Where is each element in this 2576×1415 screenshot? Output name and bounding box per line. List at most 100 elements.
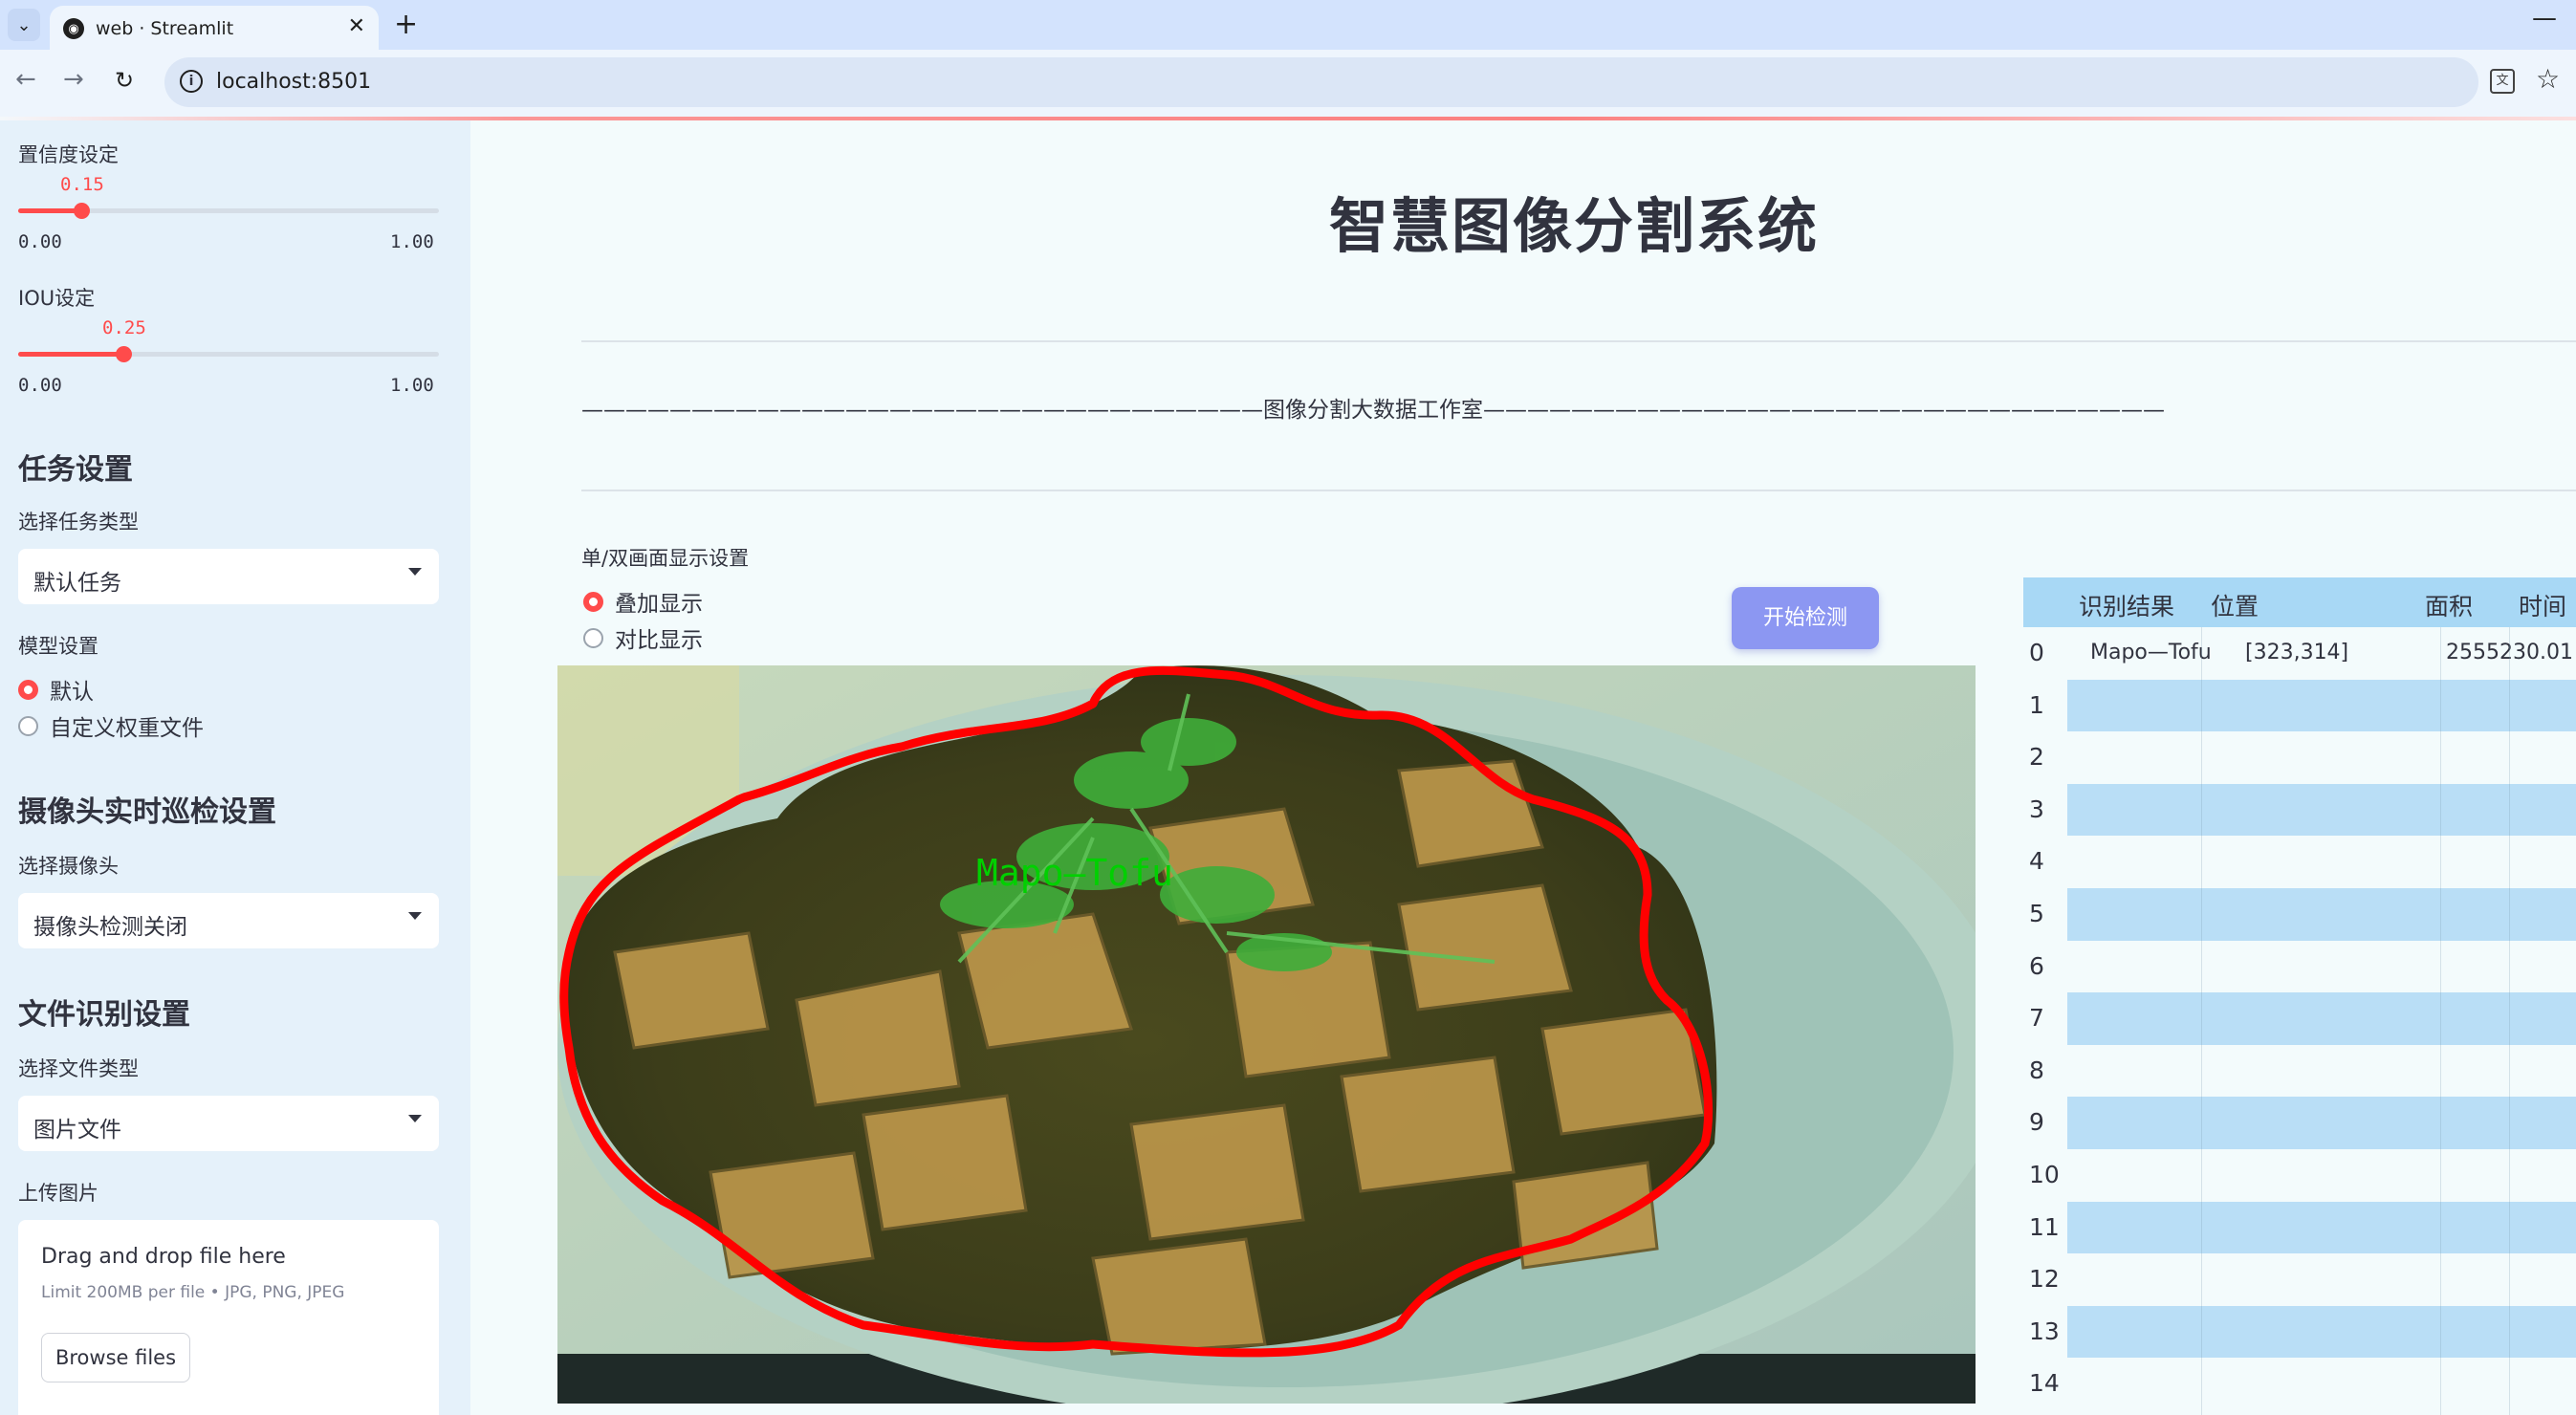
column-header-position[interactable]: 位置 <box>2211 588 2259 622</box>
dropzone-title: Drag and drop file here <box>41 1245 286 1269</box>
row-index: 0 <box>2023 627 2067 680</box>
iou-slider[interactable] <box>18 346 439 362</box>
url-text[interactable]: localhost:8501 <box>216 70 371 94</box>
detection-label: Mapo—Tofu <box>976 852 1173 894</box>
browser-tab[interactable]: ◉ web · Streamlit ✕ <box>50 6 379 50</box>
table-row[interactable]: 8 <box>2023 1044 2576 1098</box>
browse-files-button[interactable]: Browse files <box>41 1333 190 1382</box>
window-minimize-icon[interactable]: — <box>2532 4 2557 33</box>
confidence-slider-thumb[interactable] <box>74 203 90 219</box>
model-option-label: 默认 <box>50 680 94 705</box>
forward-arrow-icon[interactable]: → <box>63 65 84 94</box>
column-separator <box>2509 627 2510 1415</box>
iou-max: 1.00 <box>390 375 434 396</box>
display-option-overlay[interactable]: 叠加显示 <box>583 587 703 617</box>
sidebar: 置信度设定 0.15 0.00 1.00 IOU设定 0.25 0.00 1.0… <box>0 120 470 1415</box>
page-title: 智慧图像分割系统 <box>1329 191 1820 261</box>
file-dropzone[interactable]: Drag and drop file here Limit 200MB per … <box>18 1220 439 1415</box>
row-index: 5 <box>2023 888 2067 941</box>
dropzone-limit: Limit 200MB per file • JPG, PNG, JPEG <box>41 1283 345 1302</box>
table-row[interactable]: 0 Mapo—Tofu [323,314] 2555230.01 <box>2023 627 2576 680</box>
bookmark-star-icon[interactable]: ☆ <box>2536 63 2560 95</box>
table-row[interactable]: 1 <box>2023 679 2576 732</box>
table-row[interactable]: 3 <box>2023 783 2576 837</box>
radio-icon[interactable] <box>583 627 603 648</box>
tab-search-chevron-icon[interactable]: ⌄ <box>8 9 40 41</box>
upload-label: 上传图片 <box>18 1182 98 1205</box>
start-detection-button[interactable]: 开始检测 <box>1732 587 1879 649</box>
column-header-result[interactable]: 识别结果 <box>2079 588 2174 622</box>
file-type-select[interactable]: 图片文件 <box>18 1096 439 1151</box>
chevron-down-icon <box>408 1115 422 1122</box>
tab-close-icon[interactable]: ✕ <box>348 14 365 38</box>
row-index: 10 <box>2023 1149 2067 1202</box>
row-index: 9 <box>2023 1097 2067 1149</box>
confidence-value: 0.15 <box>60 174 104 195</box>
divider <box>581 340 2576 342</box>
segmentation-result-image: Mapo—Tofu <box>557 665 1976 1404</box>
cell-position: [323,314] <box>2245 641 2349 664</box>
table-row[interactable]: 2 <box>2023 731 2576 784</box>
column-header-time[interactable]: 时间 <box>2519 588 2566 622</box>
confidence-slider[interactable] <box>18 203 439 219</box>
chevron-down-icon <box>408 912 422 920</box>
row-index: 6 <box>2023 940 2067 993</box>
row-index: 1 <box>2023 679 2067 732</box>
reload-icon[interactable]: ↻ <box>115 67 134 94</box>
chevron-down-icon <box>408 568 422 576</box>
column-header-area[interactable]: 面积 <box>2425 588 2473 622</box>
table-row[interactable]: 13 <box>2023 1305 2576 1359</box>
task-type-selected: 默认任务 <box>33 571 121 596</box>
table-row[interactable]: 5 <box>2023 888 2576 941</box>
site-info-icon[interactable]: i <box>180 70 203 93</box>
table-row[interactable]: 12 <box>2023 1253 2576 1306</box>
iou-slider-fill <box>18 352 123 357</box>
iou-label: IOU设定 <box>18 287 96 310</box>
translate-icon[interactable]: 文 <box>2490 69 2515 94</box>
display-option-compare[interactable]: 对比显示 <box>583 623 703 653</box>
confidence-min: 0.00 <box>18 231 62 252</box>
task-type-select[interactable]: 默认任务 <box>18 549 439 604</box>
radio-icon[interactable] <box>583 591 603 612</box>
table-row[interactable]: 10 <box>2023 1149 2576 1202</box>
table-row[interactable]: 4 <box>2023 836 2576 888</box>
table-row[interactable]: 11 <box>2023 1201 2576 1254</box>
task-settings-heading: 任务设置 <box>18 453 133 487</box>
model-settings-label: 模型设置 <box>18 635 98 658</box>
confidence-max: 1.00 <box>390 231 434 252</box>
file-type-label: 选择文件类型 <box>18 1057 139 1080</box>
radio-icon[interactable] <box>18 715 38 736</box>
confidence-label: 置信度设定 <box>18 143 119 166</box>
browser-toolbar: ← → ↻ i localhost:8501 文 ☆ <box>0 50 2576 117</box>
column-separator <box>2201 627 2202 1415</box>
browser-tab-bar: ⌄ ◉ web · Streamlit ✕ + — <box>0 0 2576 50</box>
radio-icon[interactable] <box>18 679 38 700</box>
table-row[interactable]: 7 <box>2023 992 2576 1045</box>
row-index: 3 <box>2023 783 2067 837</box>
iou-min: 0.00 <box>18 375 62 396</box>
table-row[interactable]: 6 <box>2023 940 2576 993</box>
file-type-selected: 图片文件 <box>33 1118 121 1143</box>
column-separator <box>2440 627 2441 1415</box>
row-index: 14 <box>2023 1358 2067 1410</box>
row-index: 11 <box>2023 1201 2067 1254</box>
back-arrow-icon[interactable]: ← <box>15 65 36 94</box>
model-option-label: 自定义权重文件 <box>50 716 204 741</box>
address-bar[interactable]: i localhost:8501 <box>164 57 2478 107</box>
camera-select[interactable]: 摄像头检测关闭 <box>18 893 439 948</box>
table-row[interactable]: 14 <box>2023 1358 2576 1410</box>
model-option-custom[interactable]: 自定义权重文件 <box>18 711 204 741</box>
food-photo-illustration: Mapo—Tofu <box>557 665 1976 1404</box>
model-option-default[interactable]: 默认 <box>18 675 94 705</box>
task-type-label: 选择任务类型 <box>18 511 139 533</box>
streamlit-favicon-icon: ◉ <box>63 18 84 39</box>
confidence-slider-fill <box>18 208 81 213</box>
camera-select-label: 选择摄像头 <box>18 855 119 878</box>
results-table[interactable]: 识别结果 位置 面积 时间 0 Mapo—Tofu [323,314] 2555230… <box>2023 577 2576 1415</box>
cell-result: Mapo—Tofu <box>2090 641 2212 664</box>
iou-slider-thumb[interactable] <box>116 346 132 362</box>
display-mode-label: 单/双画面显示设置 <box>581 547 750 570</box>
new-tab-plus-icon[interactable]: + <box>394 8 418 41</box>
display-option-label: 叠加显示 <box>615 592 703 617</box>
table-row[interactable]: 9 <box>2023 1097 2576 1149</box>
